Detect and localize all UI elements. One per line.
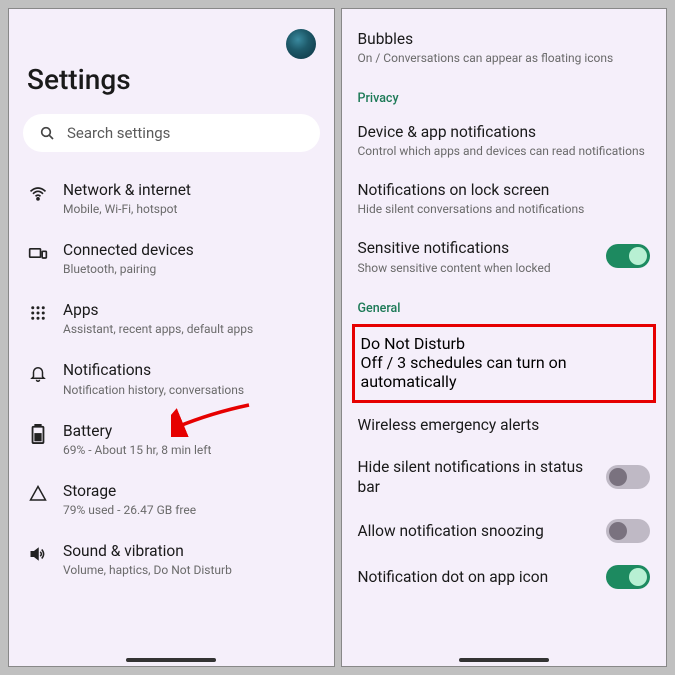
section-privacy: Privacy [356,77,653,112]
nav-handle[interactable] [126,658,216,662]
item-battery[interactable]: Battery 69% - About 15 hr, 8 min left [23,409,320,469]
item-label: Wireless emergency alerts [358,415,651,435]
apps-icon [27,302,49,324]
item-apps[interactable]: Apps Assistant, recent apps, default app… [23,288,320,348]
item-label: Connected devices [63,240,316,260]
item-label: Sensitive notifications [358,238,597,258]
item-hide-silent[interactable]: Hide silent notifications in status bar [356,447,653,509]
item-sub: Show sensitive content when locked [358,261,597,275]
item-network[interactable]: Network & internet Mobile, Wi-Fi, hotspo… [23,168,320,228]
toggle-snoozing[interactable] [606,519,650,543]
section-general: General [356,287,653,322]
settings-main-panel: Settings Search settings Network & inter… [8,8,335,667]
item-label: Notifications [63,360,316,380]
page-title: Settings [27,63,320,96]
item-sub: Hide silent conversations and notificati… [358,202,651,216]
item-label: Do Not Disturb [361,334,648,353]
item-sub: Bluetooth, pairing [63,262,316,276]
toggle-dot[interactable] [606,565,650,589]
search-placeholder: Search settings [67,124,170,142]
item-storage[interactable]: Storage 79% used - 26.47 GB free [23,469,320,529]
item-sub: 79% used - 26.47 GB free [63,503,316,517]
item-snoozing[interactable]: Allow notification snoozing [356,509,653,555]
item-sub: Control which apps and devices can read … [358,144,651,158]
notifications-panel: Bubbles On / Conversations can appear as… [341,8,668,667]
item-sub: Volume, haptics, Do Not Disturb [63,563,316,577]
wifi-icon [27,182,49,204]
bell-icon [27,362,49,384]
item-lock-screen-notifications[interactable]: Notifications on lock screen Hide silent… [356,170,653,228]
item-sub: Mobile, Wi-Fi, hotspot [63,202,316,216]
item-wireless-alerts[interactable]: Wireless emergency alerts [356,405,653,447]
item-sub: Off / 3 schedules can turn on automatica… [361,353,648,391]
item-label: Allow notification snoozing [358,521,597,541]
battery-icon [27,423,49,445]
item-device-app-notifications[interactable]: Device & app notifications Control which… [356,112,653,170]
item-label: Network & internet [63,180,316,200]
item-label: Bubbles [358,29,651,49]
item-label: Apps [63,300,316,320]
avatar[interactable] [286,29,316,59]
nav-handle[interactable] [459,658,549,662]
sound-icon [27,543,49,565]
item-notifications[interactable]: Notifications Notification history, conv… [23,348,320,408]
item-connected-devices[interactable]: Connected devices Bluetooth, pairing [23,228,320,288]
search-input[interactable]: Search settings [23,114,320,152]
item-label: Hide silent notifications in status bar [358,457,597,497]
item-label: Notifications on lock screen [358,180,651,200]
item-sensitive-notifications[interactable]: Sensitive notifications Show sensitive c… [356,228,653,286]
item-label: Storage [63,481,316,501]
item-label: Sound & vibration [63,541,316,561]
item-sub: Notification history, conversations [63,383,316,397]
item-label: Battery [63,421,316,441]
storage-icon [27,483,49,505]
item-label: Notification dot on app icon [358,567,597,587]
item-dot-on-icon[interactable]: Notification dot on app icon [356,555,653,601]
item-sub: On / Conversations can appear as floatin… [358,51,651,65]
item-sub: Assistant, recent apps, default apps [63,322,316,336]
item-label: Device & app notifications [358,122,651,142]
item-bubbles[interactable]: Bubbles On / Conversations can appear as… [356,9,653,77]
devices-icon [27,242,49,264]
item-sub: 69% - About 15 hr, 8 min left [63,443,316,457]
toggle-hide-silent[interactable] [606,465,650,489]
item-do-not-disturb[interactable]: Do Not Disturb Off / 3 schedules can tur… [352,324,657,403]
toggle-sensitive[interactable] [606,244,650,268]
search-icon [39,125,55,141]
item-sound[interactable]: Sound & vibration Volume, haptics, Do No… [23,529,320,589]
